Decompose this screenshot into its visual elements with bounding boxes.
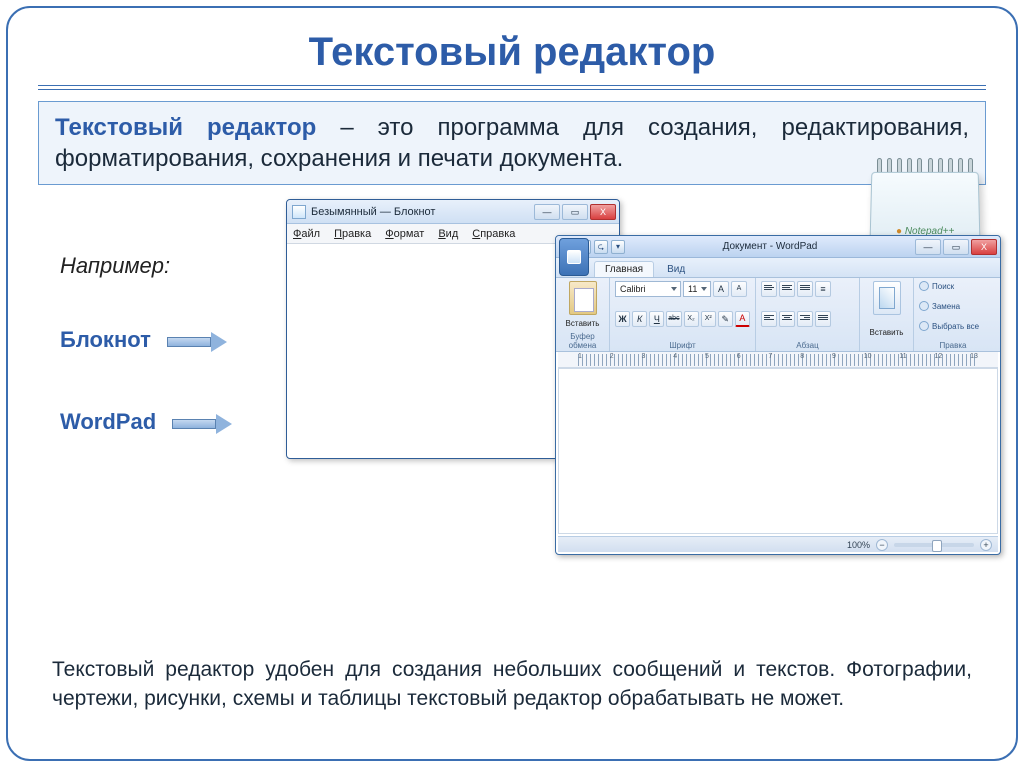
zoom-out-button[interactable]: − [876, 539, 888, 551]
zoom-in-button[interactable]: + [980, 539, 992, 551]
paste-label: Вставить [561, 319, 604, 328]
select-all-button[interactable]: Выбрать все [919, 321, 987, 331]
replace-icon [919, 301, 929, 311]
group-label-clipboard: Буфер обмена [561, 332, 604, 350]
group-label-paragraph: Абзац [761, 341, 854, 350]
ribbon-group-clipboard: Вставить Буфер обмена [556, 278, 610, 351]
align-justify-button[interactable] [815, 311, 831, 327]
align-center-button[interactable] [779, 311, 795, 327]
menu-help[interactable]: Справка [472, 228, 515, 240]
wordpad-titlebar[interactable]: ⎘ ⮌ ⮎ ▾ Документ - WordPad — ▭ X [556, 236, 1000, 258]
wordpad-ruler[interactable]: 1 2 3 4 5 6 7 8 9 10 11 12 13 [558, 352, 998, 368]
align-right-button[interactable] [797, 311, 813, 327]
minimize-button[interactable]: — [534, 204, 560, 220]
minimize-button[interactable]: — [915, 239, 941, 255]
file-menu-button[interactable] [559, 238, 589, 276]
wordpad-window: ⎘ ⮌ ⮎ ▾ Документ - WordPad — ▭ X Главная… [555, 235, 1001, 555]
product-notepad: Блокнот [60, 327, 234, 353]
strike-button[interactable]: abc [666, 311, 681, 327]
ribbon-group-insert: Вставить [860, 278, 914, 351]
qat-redo-icon[interactable]: ⮎ [594, 240, 608, 254]
notepad-app-icon [292, 205, 306, 219]
replace-button[interactable]: Замена [919, 301, 987, 311]
shrink-font-button[interactable]: A [731, 281, 747, 297]
example-label: Например: [60, 253, 234, 279]
indent-decrease-button[interactable] [761, 281, 777, 297]
tab-view[interactable]: Вид [656, 261, 696, 277]
group-label-font: Шрифт [615, 341, 750, 350]
zoom-percent: 100% [847, 540, 870, 550]
wordpad-text-area[interactable] [558, 368, 998, 534]
wordpad-status-bar: 100% − + [558, 536, 998, 552]
close-button[interactable]: X [971, 239, 997, 255]
superscript-button[interactable]: X² [701, 311, 716, 327]
arrow-icon [172, 415, 234, 433]
align-left-button[interactable] [761, 311, 777, 327]
ribbon-group-font: Calibri 11 A A Ж К Ч abc X₂ X² ✎ A [610, 278, 756, 351]
ribbon-group-paragraph: ≡ Абзац [756, 278, 860, 351]
notepad-title-text: Безымянный — Блокнот [311, 206, 534, 218]
subscript-button[interactable]: X₂ [684, 311, 699, 327]
qat-dropdown-icon[interactable]: ▾ [611, 240, 625, 254]
product-wordpad: WordPad [60, 409, 234, 435]
menu-format[interactable]: Формат [385, 228, 424, 240]
content-area: Например: Блокнот WordPad Безымянный — Б… [38, 209, 986, 589]
grow-font-button[interactable]: A [713, 281, 729, 297]
tab-home[interactable]: Главная [594, 261, 654, 277]
wordpad-ribbon: Вставить Буфер обмена Calibri 11 A A Ж К… [556, 278, 1000, 352]
slide-title: Текстовый редактор [8, 8, 1016, 85]
wordpad-tabstrip: Главная Вид [556, 258, 1000, 278]
search-icon [919, 281, 929, 291]
notepad-titlebar[interactable]: Безымянный — Блокнот — ▭ X [287, 200, 619, 224]
font-size-combo[interactable]: 11 [683, 281, 711, 297]
definition-box: Текстовый редактор – это программа для с… [38, 101, 986, 185]
font-name-combo[interactable]: Calibri [615, 281, 681, 297]
title-underline [38, 85, 986, 87]
underline-button[interactable]: Ч [649, 311, 664, 327]
bold-button[interactable]: Ж [615, 311, 630, 327]
menu-edit[interactable]: Правка [334, 228, 371, 240]
list-button[interactable] [797, 281, 813, 297]
indent-increase-button[interactable] [779, 281, 795, 297]
file-icon [567, 250, 581, 264]
menu-view[interactable]: Вид [438, 228, 458, 240]
maximize-button[interactable]: ▭ [943, 239, 969, 255]
italic-button[interactable]: К [632, 311, 647, 327]
group-label-editing: Правка [919, 341, 987, 350]
zoom-slider[interactable] [894, 543, 974, 547]
definition-term: Текстовый редактор [55, 114, 316, 141]
insert-label: Вставить [865, 328, 908, 337]
select-icon [919, 321, 929, 331]
wordpad-title-text: Документ - WordPad [625, 241, 915, 252]
insert-picture-icon[interactable] [873, 281, 901, 315]
arrow-icon [167, 333, 229, 351]
slide-frame: Текстовый редактор Текстовый редактор – … [6, 6, 1018, 761]
paste-icon[interactable] [569, 281, 597, 315]
find-button[interactable]: Поиск [919, 281, 987, 291]
line-spacing-button[interactable]: ≡ [815, 281, 831, 297]
ribbon-group-editing: Поиск Замена Выбрать все Правка [914, 278, 992, 351]
highlight-button[interactable]: ✎ [718, 311, 733, 327]
maximize-button[interactable]: ▭ [562, 204, 588, 220]
bottom-paragraph: Текстовый редактор удобен для создания н… [52, 656, 972, 713]
menu-file[interactable]: Файл [293, 228, 320, 240]
font-color-button[interactable]: A [735, 311, 750, 327]
close-button[interactable]: X [590, 204, 616, 220]
